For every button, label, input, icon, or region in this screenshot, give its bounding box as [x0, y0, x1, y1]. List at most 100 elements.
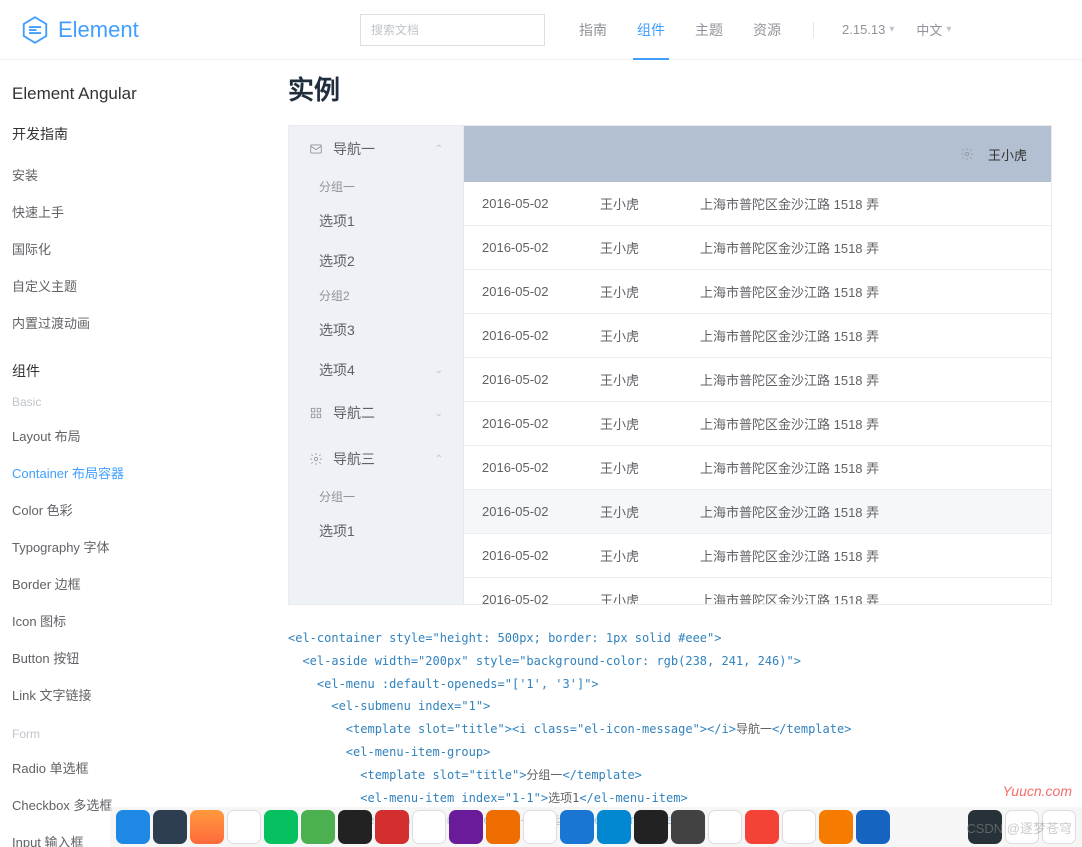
cell-name: 王小虎 — [600, 546, 700, 565]
cell-date: 2016-05-02 — [482, 372, 600, 387]
sidebar-item-transition[interactable]: 内置过渡动画 — [12, 304, 260, 341]
dock-icon[interactable] — [264, 810, 298, 844]
sidebar-item-button[interactable]: Button 按钮 — [12, 639, 260, 676]
cell-addr: 上海市普陀区金沙江路 1518 弄 — [700, 194, 1033, 213]
nav-theme[interactable]: 主题 — [691, 0, 727, 60]
cell-name: 王小虎 — [600, 194, 700, 213]
sidebar-item-install[interactable]: 安装 — [12, 156, 260, 193]
sidebar-item-i18n[interactable]: 国际化 — [12, 230, 260, 267]
dock-icon[interactable] — [856, 810, 890, 844]
cell-addr: 上海市普陀区金沙江路 1518 弄 — [700, 282, 1033, 301]
dock-icon[interactable] — [819, 810, 853, 844]
dock-icon[interactable] — [486, 810, 520, 844]
nav-component[interactable]: 组件 — [633, 0, 669, 60]
dock-icon[interactable] — [116, 810, 150, 844]
demo-aside: 导航一 ⌃ 分组一 选项1 选项2 分组2 选项3 选项4⌄ 导航二 ⌄ 导航三… — [289, 126, 464, 604]
sidebar-item-link[interactable]: Link 文字链接 — [12, 676, 260, 713]
dock-icon[interactable] — [745, 810, 779, 844]
sidebar-item-container[interactable]: Container 布局容器 — [12, 454, 260, 491]
doc-content: 实例 导航一 ⌃ 分组一 选项1 选项2 分组2 选项3 选项4⌄ 导航二 ⌄ … — [260, 60, 1082, 847]
sidebar-group-basic: Basic — [12, 395, 260, 409]
header-user[interactable]: 王小虎 — [988, 145, 1027, 164]
table-row[interactable]: 2016-05-02王小虎上海市普陀区金沙江路 1518 弄 — [464, 314, 1051, 358]
submenu-nav3[interactable]: 导航三 ⌃ — [289, 436, 463, 482]
code-block: <el-container style="height: 500px; bord… — [288, 627, 1052, 832]
menu-item-opt4[interactable]: 选项4⌄ — [289, 350, 463, 390]
table-row[interactable]: 2016-05-02王小虎上海市普陀区金沙江路 1518 弄 — [464, 358, 1051, 402]
main-area: Element Angular 开发指南 安装 快速上手 国际化 自定义主题 内… — [0, 60, 1082, 847]
dock-icon[interactable] — [634, 810, 668, 844]
cell-addr: 上海市普陀区金沙江路 1518 弄 — [700, 326, 1033, 345]
menu-item-opt3[interactable]: 选项3 — [289, 310, 463, 350]
demo-main: 王小虎 2016-05-02王小虎上海市普陀区金沙江路 1518 弄2016-0… — [464, 126, 1051, 604]
submenu-nav2[interactable]: 导航二 ⌄ — [289, 390, 463, 436]
dock-icon[interactable] — [153, 810, 187, 844]
cell-date: 2016-05-02 — [482, 504, 600, 519]
cell-date: 2016-05-02 — [482, 592, 600, 604]
submenu-nav1[interactable]: 导航一 ⌃ — [289, 126, 463, 172]
table-row[interactable]: 2016-05-02王小虎上海市普陀区金沙江路 1518 弄 — [464, 182, 1051, 226]
dock-icon[interactable] — [597, 810, 631, 844]
table-row[interactable]: 2016-05-02王小虎上海市普陀区金沙江路 1518 弄 — [464, 534, 1051, 578]
sidebar-item-layout[interactable]: Layout 布局 — [12, 417, 260, 454]
chevron-down-icon: ▾ — [889, 24, 894, 35]
dock-icon[interactable] — [671, 810, 705, 844]
dock-icon[interactable] — [338, 810, 372, 844]
version-select[interactable]: 2.15.13▾ — [842, 22, 894, 37]
watermark: CSDN @逐梦苍穹 — [966, 818, 1072, 837]
cell-date: 2016-05-02 — [482, 284, 600, 299]
dock-icon[interactable] — [227, 810, 261, 844]
sidebar-item-icon[interactable]: Icon 图标 — [12, 602, 260, 639]
logo[interactable]: Element — [20, 15, 360, 45]
cell-name: 王小虎 — [600, 590, 700, 604]
search-input[interactable]: 搜索文档 — [360, 14, 545, 46]
chevron-down-icon: ⌄ — [435, 408, 443, 419]
sidebar-item-border[interactable]: Border 边框 — [12, 565, 260, 602]
cell-name: 王小虎 — [600, 282, 700, 301]
sidebar-item-color[interactable]: Color 色彩 — [12, 491, 260, 528]
language-select[interactable]: 中文▾ — [916, 20, 951, 39]
setting-icon — [309, 452, 323, 466]
cell-name: 王小虎 — [600, 238, 700, 257]
table-row[interactable]: 2016-05-02王小虎上海市普陀区金沙江路 1518 弄 — [464, 578, 1051, 604]
sidebar-item-theme[interactable]: 自定义主题 — [12, 267, 260, 304]
dock-icon[interactable] — [375, 810, 409, 844]
sidebar-item-typography[interactable]: Typography 字体 — [12, 528, 260, 565]
dock-icon[interactable] — [523, 810, 557, 844]
menu-group-label: 分组2 — [289, 281, 463, 310]
dock-icon[interactable] — [190, 810, 224, 844]
separator — [813, 22, 814, 38]
cell-date: 2016-05-02 — [482, 548, 600, 563]
dock-icon[interactable] — [449, 810, 483, 844]
table-row[interactable]: 2016-05-02王小虎上海市普陀区金沙江路 1518 弄 — [464, 490, 1051, 534]
table-row[interactable]: 2016-05-02王小虎上海市普陀区金沙江路 1518 弄 — [464, 226, 1051, 270]
demo-container: 导航一 ⌃ 分组一 选项1 选项2 分组2 选项3 选项4⌄ 导航二 ⌄ 导航三… — [288, 125, 1052, 605]
dock-icon[interactable] — [301, 810, 335, 844]
cell-addr: 上海市普陀区金沙江路 1518 弄 — [700, 546, 1033, 565]
element-logo-icon — [20, 15, 50, 45]
dock-icon[interactable] — [782, 810, 816, 844]
sidebar-item-quickstart[interactable]: 快速上手 — [12, 193, 260, 230]
cell-name: 王小虎 — [600, 326, 700, 345]
chevron-up-icon: ⌃ — [435, 454, 443, 465]
table-row[interactable]: 2016-05-02王小虎上海市普陀区金沙江路 1518 弄 — [464, 270, 1051, 314]
logo-text: Element — [58, 17, 139, 43]
cell-addr: 上海市普陀区金沙江路 1518 弄 — [700, 458, 1033, 477]
sidebar-heading-component: 组件 — [12, 361, 260, 381]
watermark: Yuucn.com — [1002, 783, 1072, 799]
demo-table[interactable]: 2016-05-02王小虎上海市普陀区金沙江路 1518 弄2016-05-02… — [464, 182, 1051, 604]
menu-group-label: 分组一 — [289, 482, 463, 511]
dock-icon[interactable] — [708, 810, 742, 844]
menu-item-opt1[interactable]: 选项1 — [289, 201, 463, 241]
menu-item-opt1[interactable]: 选项1 — [289, 511, 463, 551]
nav-guide[interactable]: 指南 — [575, 0, 611, 60]
table-row[interactable]: 2016-05-02王小虎上海市普陀区金沙江路 1518 弄 — [464, 402, 1051, 446]
setting-icon[interactable] — [960, 147, 974, 161]
dock-icon[interactable] — [560, 810, 594, 844]
message-icon — [309, 142, 323, 156]
sidebar-item-radio[interactable]: Radio 单选框 — [12, 749, 260, 786]
dock-icon[interactable] — [412, 810, 446, 844]
table-row[interactable]: 2016-05-02王小虎上海市普陀区金沙江路 1518 弄 — [464, 446, 1051, 490]
nav-resource[interactable]: 资源 — [749, 0, 785, 60]
menu-item-opt2[interactable]: 选项2 — [289, 241, 463, 281]
